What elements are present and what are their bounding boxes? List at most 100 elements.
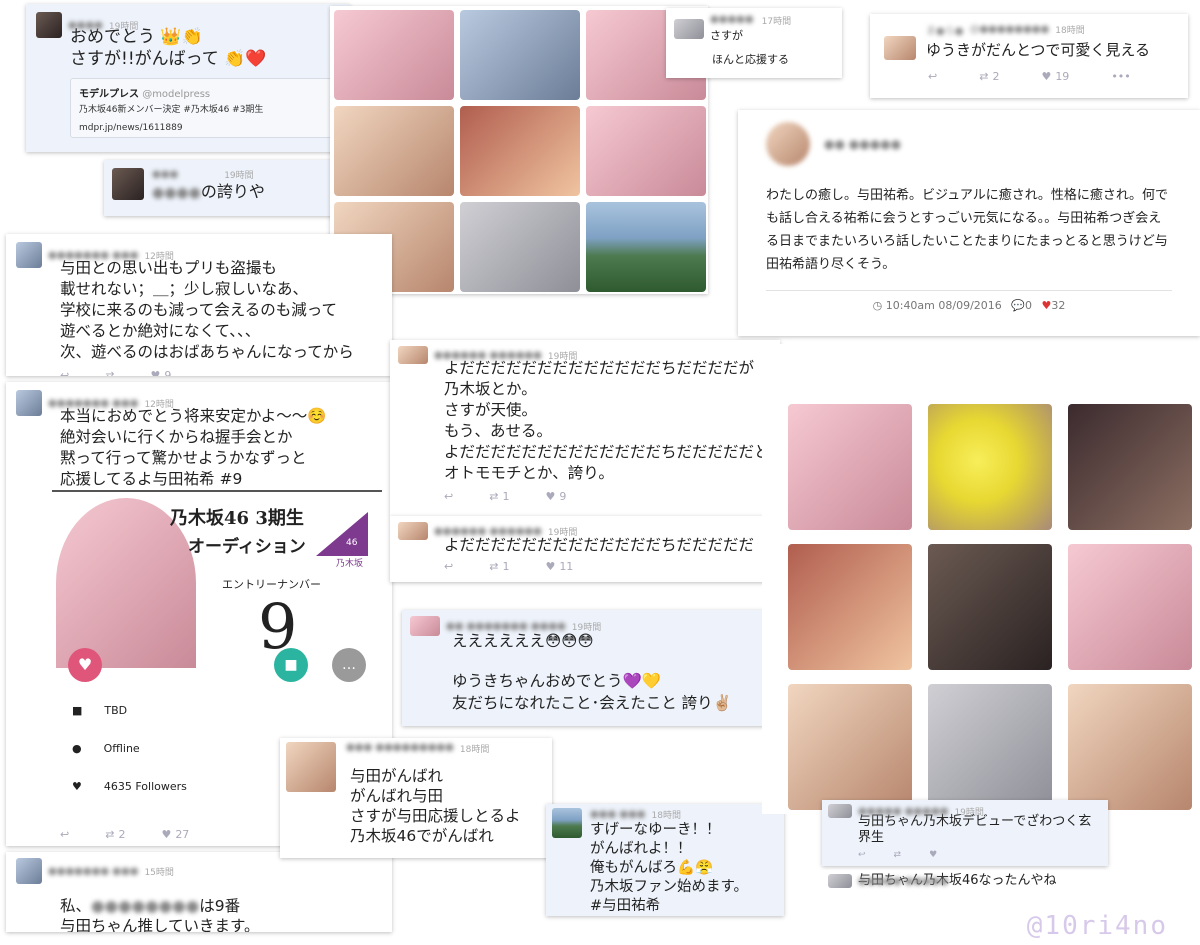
like-count: 11	[559, 560, 574, 573]
retweet-button[interactable]: ⇄ 1	[489, 490, 509, 503]
photo[interactable]	[586, 106, 706, 196]
user-name[interactable]: ●●●●	[68, 20, 103, 31]
user-name[interactable]: ま●ら●	[926, 22, 963, 37]
info-row: ● Offline	[72, 742, 140, 755]
avatar[interactable]	[552, 808, 582, 838]
like-button[interactable]: ♥ 9	[150, 369, 171, 376]
user-name[interactable]: ●●● ●●●	[590, 809, 646, 820]
avatar[interactable]	[398, 522, 428, 540]
more-icon[interactable]: •••	[1111, 70, 1130, 83]
user-name[interactable]: ●● ●●●●●●● ●●●●	[446, 621, 566, 632]
retweet-icon[interactable]: ⇄	[894, 850, 902, 860]
tweet-text: は9番	[199, 897, 241, 915]
user-name[interactable]: ●●●●●●● ●●●	[48, 866, 138, 877]
avatar[interactable]	[410, 616, 440, 636]
avatar[interactable]	[884, 36, 916, 60]
quoted-tweet[interactable]: モデルプレス @modelpress 乃木坂46新メンバー決定 #乃木坂46 #…	[70, 78, 340, 138]
reply-icon[interactable]: ↩	[60, 369, 69, 376]
tweet-text: ええええええ😳😳😳	[452, 632, 594, 650]
photo[interactable]	[460, 10, 580, 100]
photo[interactable]	[928, 404, 1052, 530]
reply-icon[interactable]: ↩	[858, 850, 866, 860]
photo[interactable]	[788, 404, 912, 530]
retweet-count: 2	[992, 70, 1000, 83]
retweet-button[interactable]: ⇄ 2	[979, 70, 999, 83]
tweet-ganbare: ●●● ●●●●●●●●● 18時間 与田がんばれ がんばれ与田 さすが与田応援…	[280, 738, 552, 858]
user-name[interactable]: ●●●●● ●●●●●	[858, 806, 948, 817]
tweet-text: すげーなゆーき！！ がんばれよ！！ 俺もがんばろ💪😤 乃木坂ファン始めます。 #…	[590, 822, 749, 914]
avatar[interactable]	[36, 12, 62, 38]
video-icon[interactable]: ■	[274, 648, 308, 682]
tweet-text: 友だちになれたこと･会えたこと 誇り✌🏼	[452, 694, 732, 712]
quote-text: 乃木坂46新メンバー決定 #乃木坂46 #3期生	[79, 105, 264, 115]
heart-icon: ♥	[161, 828, 172, 841]
user-name[interactable]: ●●●●●	[710, 14, 754, 27]
tweet-oshi: ●●●●●●● ●●● 15時間 私、●●●●●●●●は9番 与田ちゃん推してい…	[6, 852, 392, 932]
user-name[interactable]: ●●●●●● ●●●●●●	[434, 350, 542, 361]
logo-name: 乃木坂	[336, 559, 364, 569]
photo[interactable]	[460, 202, 580, 292]
avatar[interactable]	[398, 346, 428, 364]
user-name[interactable]: ●● ●●●●●	[824, 137, 901, 151]
user-name[interactable]: ●●●●●●● ●●●	[48, 398, 138, 409]
reply-icon[interactable]: ↩	[928, 70, 937, 83]
user-name[interactable]: ●●●●● ●●●●●	[858, 876, 948, 887]
avatar[interactable]	[16, 858, 42, 884]
photo[interactable]	[1068, 544, 1192, 670]
chat-icon[interactable]: …	[332, 648, 366, 682]
avatar[interactable]	[112, 168, 144, 200]
avatar[interactable]	[16, 242, 42, 268]
reply-icon[interactable]: ↩	[60, 828, 69, 841]
info-value: 4635 Followers	[103, 780, 187, 793]
retweet-button[interactable]: ⇄ 1	[489, 560, 509, 573]
like-button[interactable]: ♥ 11	[545, 560, 573, 573]
reply-icon[interactable]: ↩	[444, 560, 453, 573]
quote-link[interactable]: mdpr.jp/news/1611889	[79, 123, 331, 133]
timestamp: 18時間	[459, 745, 490, 755]
tweet-text: よだだだだだだだだだだだだだちだだだだだ	[444, 536, 755, 554]
comment-icon[interactable]: 💬	[1011, 299, 1025, 312]
tweet-text: ゆうきちゃんおめでとう💜💛	[452, 672, 662, 690]
retweet-icon[interactable]: ⇄	[105, 369, 114, 376]
avatar[interactable]	[16, 390, 42, 416]
retweet-icon: ⇄	[979, 70, 989, 83]
photo[interactable]	[788, 684, 912, 810]
user-name[interactable]: ●●●	[152, 169, 178, 180]
quote-handle: @modelpress	[142, 89, 211, 100]
like-button[interactable]: ♥ 27	[161, 828, 189, 841]
reply-icon[interactable]: ↩	[444, 490, 453, 503]
user-name[interactable]: ●●● ●●●●●●●●●	[346, 742, 454, 753]
photo[interactable]	[928, 684, 1052, 810]
tweet-text: 与田ちゃん乃木坂デビューでざわつく玄界生	[858, 814, 1092, 845]
photo[interactable]	[586, 202, 706, 292]
avatar[interactable]	[286, 742, 336, 792]
avatar[interactable]	[828, 874, 852, 888]
heart-icon[interactable]: ♥	[929, 850, 937, 860]
heart-icon: ♥	[545, 490, 556, 503]
photo[interactable]	[788, 544, 912, 670]
photo[interactable]	[334, 106, 454, 196]
tweet-text: わたしの癒し。与田祐希。ビジュアルに癒され。性格に癒され。何でも話し合える祐希に…	[766, 188, 1168, 272]
like-button[interactable]: ♥ 9	[545, 490, 566, 503]
tweet-sasuga: ●●●●● 17時間 さすが ほんと応援する	[666, 8, 842, 78]
heart-icon[interactable]: ♥	[1042, 299, 1052, 312]
user-name[interactable]: ●●●●●●● ●●●	[48, 250, 138, 261]
photo-grid-bottom	[762, 344, 1200, 814]
heart-icon: ♥	[150, 369, 161, 376]
avatar[interactable]	[766, 122, 810, 166]
tweet-congrats: ●●●● 19時間 おめでとう 👑👏 さすが!!がんばって 👏❤️ モデルプレス…	[26, 4, 350, 152]
avatar[interactable]	[828, 804, 852, 818]
photo[interactable]	[1068, 404, 1192, 530]
user-name[interactable]: ●●●●●● ●●●●●●	[434, 526, 542, 537]
tweet-cute: ま●ら● @●●●●●●●● 18時間 ゆうきがだんとつで可愛く見える ↩ ⇄ 2 ♥…	[870, 14, 1188, 98]
avatar[interactable]	[674, 18, 704, 39]
photo[interactable]	[928, 544, 1052, 670]
photo[interactable]	[460, 106, 580, 196]
like-button[interactable]: ♥ 19	[1041, 70, 1069, 83]
user-handle[interactable]: @●●●●●●●●	[969, 24, 1049, 35]
photo[interactable]	[1068, 684, 1192, 810]
retweet-button[interactable]: ⇄ 2	[105, 828, 125, 841]
heart-plus-icon[interactable]: ♥	[68, 648, 102, 682]
timestamp: 17時間	[761, 17, 792, 27]
photo[interactable]	[334, 10, 454, 100]
